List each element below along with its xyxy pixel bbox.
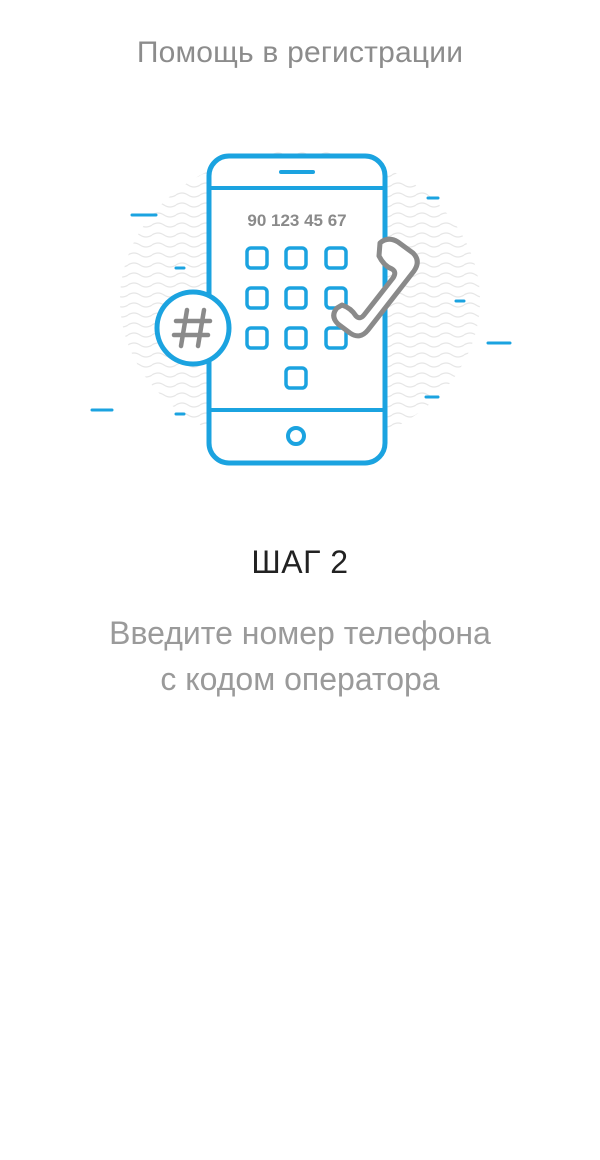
- step-description-line-2: с кодом оператора: [160, 661, 440, 697]
- phone-number-display: 90 123 45 67: [247, 211, 346, 230]
- step-description: Введите номер телефона с кодом оператора: [0, 610, 600, 702]
- step-title: ШАГ 2: [251, 544, 349, 580]
- hash-icon: [154, 289, 232, 367]
- page-title: Помощь в регистрации: [136, 36, 464, 69]
- registration-help-screen: Помощь в регистрации 90 123 45 67 ШАГ 2 …: [0, 0, 600, 1160]
- phone-illustration: 90 123 45 67: [80, 140, 520, 480]
- step-description-line-1: Введите номер телефона: [109, 615, 491, 651]
